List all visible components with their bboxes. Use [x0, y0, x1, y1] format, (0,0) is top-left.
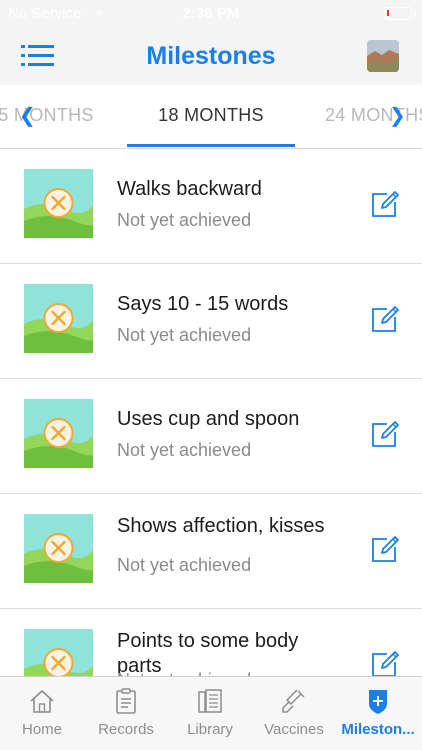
landscape-placeholder-icon — [24, 169, 95, 238]
milestone-row[interactable]: Shows affection, kisses Not yet achieved — [0, 494, 422, 609]
tab-records[interactable]: Records — [84, 677, 168, 750]
milestone-photo-placeholder[interactable] — [24, 169, 95, 238]
landscape-placeholder-icon — [24, 514, 95, 583]
milestone-photo-placeholder[interactable] — [24, 284, 95, 353]
status-time: 2:36 PM — [182, 5, 240, 22]
tab-label: Vaccines — [264, 721, 324, 738]
milestone-photo-placeholder[interactable] — [24, 399, 95, 468]
milestone-title: Uses cup and spoon — [117, 408, 300, 430]
edit-button[interactable] — [370, 419, 400, 449]
active-tab-indicator — [127, 144, 295, 147]
profile-avatar[interactable] — [367, 40, 399, 72]
edit-button[interactable] — [370, 534, 400, 564]
chevron-left-icon[interactable]: ❮ — [19, 103, 36, 128]
edit-button[interactable] — [370, 649, 400, 676]
milestone-title: Points to some body parts — [117, 630, 299, 676]
edit-button[interactable] — [370, 304, 400, 334]
tab-next-month[interactable]: 24 MONTHS — [325, 105, 422, 126]
milestone-photo-placeholder[interactable] — [24, 514, 95, 583]
page-title: Milestones — [146, 42, 276, 70]
battery-icon — [384, 7, 416, 20]
bottom-tab-bar: Home Records Library Vaccines Mileston..… — [0, 676, 422, 750]
landscape-placeholder-icon — [24, 399, 95, 468]
milestone-status: Not yet achieved — [117, 555, 252, 575]
milestone-status: Not yet achieved — [117, 325, 252, 345]
edit-pencil-icon — [372, 421, 399, 447]
tab-library[interactable]: Library — [168, 677, 252, 750]
milestone-title: Walks backward — [117, 178, 262, 200]
milestone-photo-placeholder[interactable] — [24, 629, 93, 676]
syringe-icon — [282, 689, 305, 713]
milestone-row[interactable]: Walks backward Not yet achieved — [0, 149, 422, 264]
shield-plus-icon — [369, 690, 387, 714]
milestone-row[interactable]: Uses cup and spoon Not yet achieved — [0, 379, 422, 494]
edit-pencil-icon — [372, 536, 399, 562]
edit-pencil-icon — [372, 651, 399, 676]
milestone-status: Not yet achieved — [117, 210, 252, 230]
chevron-right-icon[interactable]: ❯ — [389, 103, 406, 128]
edit-button[interactable] — [370, 189, 400, 219]
house-icon — [30, 689, 54, 713]
tab-vaccines[interactable]: Vaccines — [252, 677, 336, 750]
milestone-row[interactable]: Says 10 - 15 words Not yet achieved — [0, 264, 422, 379]
landscape-placeholder-icon — [24, 284, 95, 353]
milestone-list: Walks backward Not yet achieved Says 10 … — [0, 149, 422, 676]
nav-bar: Milestones — [0, 30, 422, 85]
tab-home[interactable]: Home — [0, 677, 84, 750]
milestone-row[interactable]: Points to some body parts Not yet achiev… — [0, 609, 422, 676]
tab-label: Records — [98, 721, 154, 738]
milestone-status: Not yet achieved — [117, 440, 252, 460]
books-icon — [198, 689, 222, 713]
tab-milestones[interactable]: Mileston... — [336, 677, 420, 750]
milestone-title: Says 10 - 15 words — [117, 293, 289, 315]
milestone-title: Shows affection, kisses — [117, 515, 325, 537]
edit-pencil-icon — [372, 191, 399, 217]
avatar-photo-icon — [367, 40, 399, 72]
tab-label: Home — [21, 721, 62, 738]
status-bar: No Service ≈ 2:36 PM — [0, 0, 422, 30]
landscape-placeholder-icon — [24, 629, 93, 676]
tab-label: Library — [187, 721, 233, 738]
edit-pencil-icon — [372, 306, 399, 332]
tab-label: Mileston... — [341, 721, 415, 738]
clipboard-icon — [116, 688, 136, 714]
month-tabs: 15 MONTHS 18 MONTHS 24 MONTHS ❮ ❯ — [0, 85, 422, 149]
